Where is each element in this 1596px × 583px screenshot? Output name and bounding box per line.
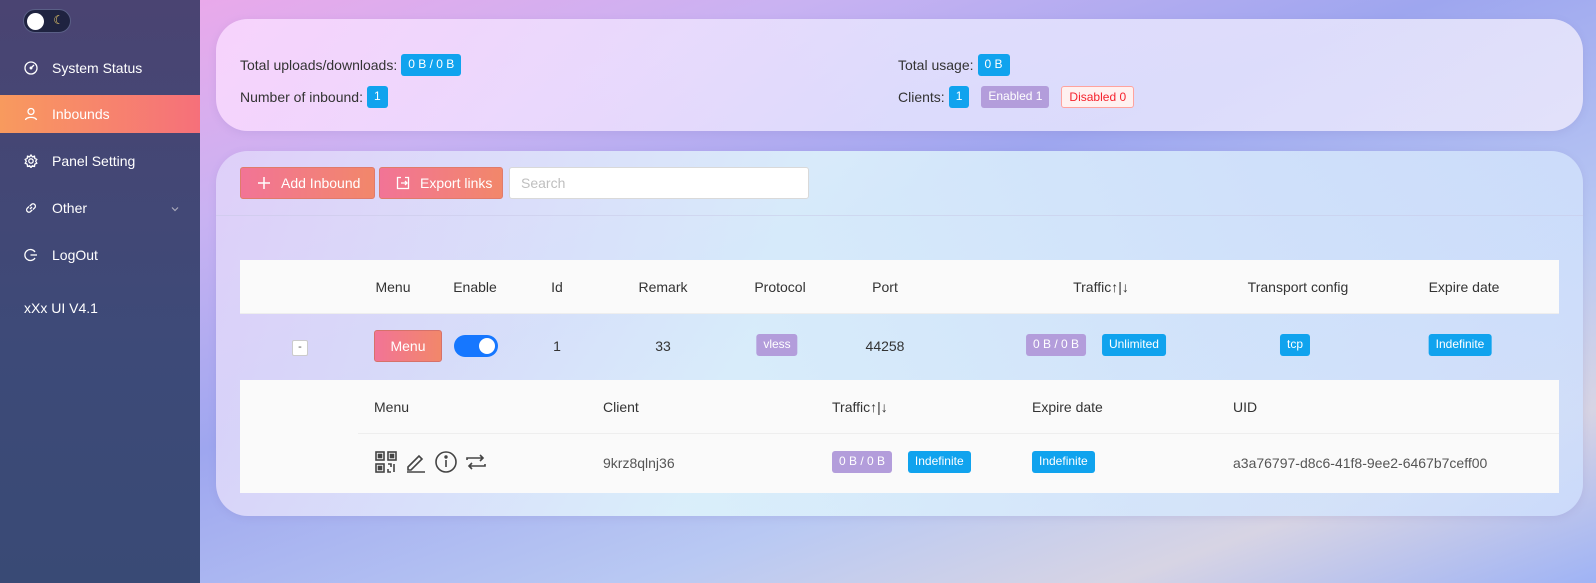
qrcode-icon[interactable]: [374, 450, 398, 474]
client-expire-tag: Indefinite: [1032, 451, 1095, 473]
cell-uid: a3a76797-d8c6-41f8-9ee2-6467b7ceff00: [1233, 455, 1488, 471]
sidebar-item-logout[interactable]: LogOut: [0, 236, 200, 274]
inbounds-table-header: Menu Enable Id Remark Protocol Port Traf…: [240, 260, 1559, 314]
sidebar-item-inbounds[interactable]: Inbounds: [0, 95, 200, 133]
row-menu-button[interactable]: Menu: [374, 330, 442, 362]
cell-traffic: 0 B / 0 B Unlimited: [1026, 334, 1166, 356]
collapse-row-button[interactable]: -: [292, 340, 308, 356]
stat-label: Clients:: [898, 89, 945, 105]
sidebar-item-panel-setting[interactable]: Panel Setting: [0, 142, 200, 180]
search-input[interactable]: [509, 167, 809, 199]
col-traffic[interactable]: Traffic↑|↓: [1073, 279, 1129, 295]
total-usage-stat: Total usage: 0 B: [898, 54, 1010, 76]
cell-transport: tcp: [1279, 334, 1311, 356]
col-enable: Enable: [453, 279, 497, 295]
sidebar-item-label: Panel Setting: [52, 153, 136, 169]
cell-client-traffic: 0 B / 0 B Indefinite: [832, 451, 971, 473]
stat-badge: 0 B / 0 B: [401, 54, 462, 76]
add-inbound-label: Add Inbound: [281, 175, 361, 191]
add-inbound-button[interactable]: Add Inbound: [240, 167, 375, 199]
user-icon: [24, 107, 38, 121]
cell-expire: Indefinite: [1428, 334, 1492, 356]
sidebar-item-label: Inbounds: [52, 106, 110, 122]
sub-col-uid: UID: [1233, 399, 1258, 415]
transport-tag: tcp: [1279, 334, 1311, 356]
cell-protocol: vless: [756, 334, 798, 356]
sidebar-item-label: Other: [52, 200, 88, 216]
export-links-label: Export links: [420, 175, 493, 191]
export-links-button[interactable]: Export links: [379, 167, 503, 199]
reset-traffic-icon[interactable]: [464, 450, 488, 474]
stat-badge: 0 B: [977, 54, 1010, 76]
table-row: - Menu 1 33 vless 44258 0 B / 0 B Unlimi…: [240, 314, 1559, 380]
toolbar-divider: [216, 215, 1583, 216]
cell-port: 44258: [865, 338, 905, 354]
disabled-badge: Disabled 0: [1061, 86, 1135, 108]
export-icon: [396, 176, 410, 190]
col-protocol: Protocol: [754, 279, 806, 295]
theme-toggle-knob: [27, 13, 44, 30]
col-id: Id: [551, 279, 563, 295]
logout-icon: [24, 248, 38, 262]
traffic-tag: 0 B / 0 B: [1026, 334, 1087, 356]
stat-label: Total uploads/downloads:: [240, 57, 398, 73]
traffic-limit-tag: Unlimited: [1101, 334, 1166, 356]
enable-switch-knob: [479, 338, 495, 354]
expire-tag: Indefinite: [1428, 334, 1492, 356]
info-icon[interactable]: [434, 450, 458, 474]
clients-stat: Clients: 1 Enabled 1 Disabled 0: [898, 86, 1135, 108]
client-traffic-limit-tag: Indefinite: [907, 451, 971, 473]
col-transport-config: Transport config: [1247, 279, 1349, 295]
sidebar-item-label: LogOut: [52, 247, 98, 263]
cell-id: 1: [553, 338, 561, 354]
total-updown-stat: Total uploads/downloads: 0 B / 0 B: [240, 54, 462, 76]
enable-switch[interactable]: [454, 335, 498, 357]
stat-badge: 1: [948, 86, 970, 108]
dashboard-icon: [24, 61, 38, 75]
stat-badge: 1: [366, 86, 388, 108]
app-version: xXx UI V4.1: [24, 300, 98, 316]
cell-client: 9krz8qlnj36: [603, 455, 675, 471]
theme-toggle[interactable]: ☾: [23, 9, 71, 33]
sidebar-item-label: System Status: [52, 60, 143, 76]
client-traffic-tag: 0 B / 0 B: [832, 451, 893, 473]
chevron-down-icon: [170, 201, 180, 212]
stat-label: Total usage:: [898, 57, 974, 73]
protocol-tag: vless: [756, 334, 798, 356]
client-actions: [374, 450, 488, 474]
sub-col-menu: Menu: [374, 399, 410, 415]
sidebar-item-other[interactable]: Other: [0, 189, 200, 227]
link-icon: [24, 201, 38, 215]
sub-col-expire: Expire date: [1032, 399, 1103, 415]
sub-col-traffic[interactable]: Traffic↑|↓: [832, 399, 888, 415]
inbound-count-stat: Number of inbound: 1: [240, 86, 388, 108]
client-subtable-header: Menu Client Traffic↑|↓ Expire date UID: [358, 380, 1559, 434]
col-expire-date: Expire date: [1428, 279, 1500, 295]
plus-icon: [257, 176, 271, 190]
sidebar: ☾ System Status Inbounds Panel Setting O…: [0, 0, 200, 583]
cell-client-expire: Indefinite: [1032, 451, 1095, 473]
moon-icon: ☾: [53, 13, 64, 27]
col-menu: Menu: [375, 279, 411, 295]
sidebar-item-system-status[interactable]: System Status: [0, 49, 200, 87]
sub-col-client: Client: [603, 399, 639, 415]
stat-label: Number of inbound:: [240, 89, 363, 105]
enabled-badge: Enabled 1: [981, 86, 1050, 108]
client-subtable: Menu Client Traffic↑|↓ Expire date UID 9…: [240, 380, 1559, 493]
col-port: Port: [872, 279, 898, 295]
edit-icon[interactable]: [404, 450, 428, 474]
col-remark: Remark: [638, 279, 688, 295]
client-row: 9krz8qlnj36 0 B / 0 B Indefinite Indefin…: [358, 434, 1559, 493]
cell-remark: 33: [655, 338, 671, 354]
gear-icon: [24, 154, 38, 168]
